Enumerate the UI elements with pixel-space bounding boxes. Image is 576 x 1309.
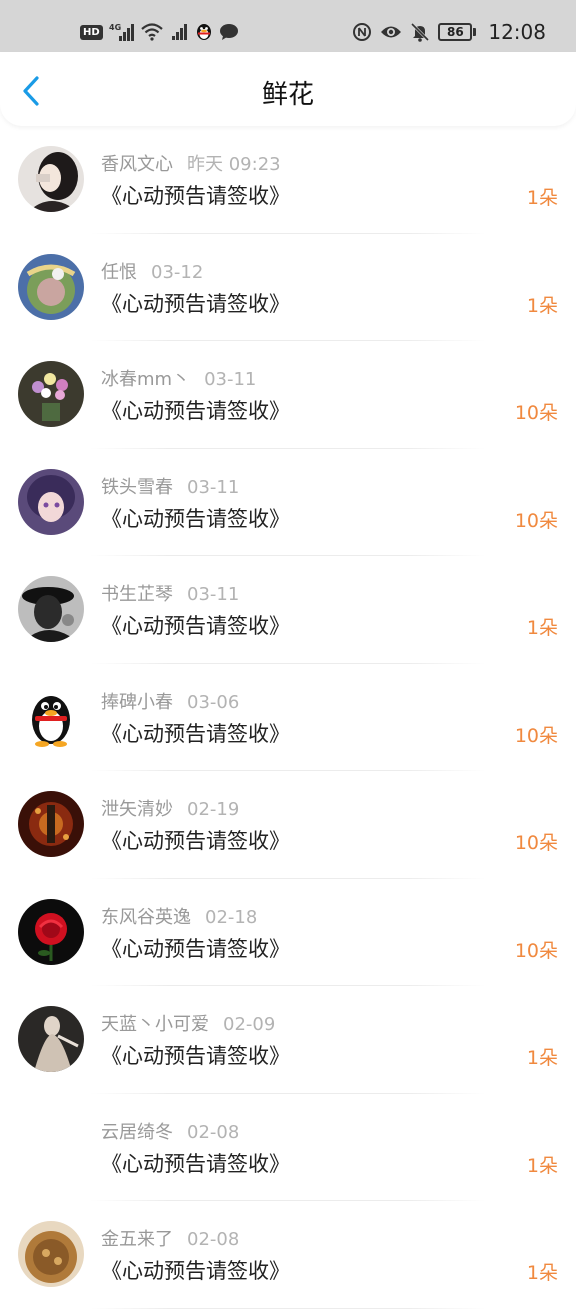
status-bar: HD 4G 86 12:08 xyxy=(0,0,576,52)
signal-icon: 4G xyxy=(109,21,135,43)
avatar[interactable] xyxy=(18,253,84,320)
avatar[interactable] xyxy=(18,1221,84,1287)
flower-count: 1朵 xyxy=(526,1262,558,1284)
signal-2-icon xyxy=(169,21,189,43)
sender-name: 捧碑小春 xyxy=(101,691,173,713)
title-bar: 鲜花 xyxy=(0,52,576,126)
flower-count: 1朵 xyxy=(526,617,558,639)
battery-level: 86 xyxy=(438,23,473,41)
sender-name: 冰春mm丶 xyxy=(101,369,191,390)
qq-penguin-avatar[interactable] xyxy=(18,683,84,750)
status-right-icons: 86 12:08 xyxy=(352,18,546,46)
battery-icon: 86 xyxy=(438,23,477,41)
flower-count: 10朵 xyxy=(514,832,558,854)
sender-name: 金五来了 xyxy=(101,1229,173,1250)
bell-off-icon xyxy=(410,21,430,43)
item-meta: 云居绮冬 02-08 xyxy=(101,1118,239,1144)
list-item[interactable]: 香风文心 昨天 09:23 《心动预告请签收》 1朵 xyxy=(0,126,576,234)
send-date: 02-19 xyxy=(187,799,240,820)
list-item[interactable]: 金五来了 02-08 《心动预告请签收》 1朵 xyxy=(0,1201,576,1309)
flower-count: 10朵 xyxy=(514,939,558,962)
item-meta: 天蓝丶小可爱 02-09 xyxy=(101,1010,275,1036)
clock: 12:08 xyxy=(488,20,546,44)
avatar[interactable] xyxy=(18,1006,84,1072)
send-date: 03-11 xyxy=(187,584,240,605)
gift-title: 《心动预告请签收》 xyxy=(101,1044,290,1068)
page-title: 鲜花 xyxy=(261,80,314,110)
sender-name: 泄矢清妙 xyxy=(101,799,173,820)
send-date: 03-12 xyxy=(151,261,204,283)
item-meta: 香风文心 昨天 09:23 xyxy=(101,150,281,176)
gift-title: 《心动预告请签收》 xyxy=(101,936,290,961)
eye-icon xyxy=(380,21,402,43)
sender-name: 书生芷琴 xyxy=(101,584,173,605)
list-item[interactable]: 捧碑小春 03-06 《心动预告请签收》 10朵 xyxy=(0,664,576,772)
list-item[interactable]: 冰春mm丶 03-11 《心动预告请签收》 10朵 xyxy=(0,341,576,449)
avatar[interactable] xyxy=(18,898,84,965)
gift-title: 《心动预告请签收》 xyxy=(101,614,290,638)
list-item[interactable]: 天蓝丶小可爱 02-09 《心动预告请签收》 1朵 xyxy=(0,986,576,1094)
sender-name: 天蓝丶小可爱 xyxy=(101,1014,209,1035)
item-meta: 书生芷琴 03-11 xyxy=(101,580,239,606)
flower-count: 1朵 xyxy=(526,1047,558,1069)
send-date: 02-08 xyxy=(187,1229,240,1250)
avatar[interactable] xyxy=(18,468,84,535)
avatar[interactable] xyxy=(18,576,84,642)
item-meta: 任恨 03-12 xyxy=(101,258,203,284)
item-meta: 捧碑小春 03-06 xyxy=(101,688,239,714)
flower-count: 1朵 xyxy=(526,1154,558,1177)
item-meta: 金五来了 02-08 xyxy=(101,1225,239,1251)
send-date: 03-06 xyxy=(187,691,240,713)
message-icon xyxy=(219,21,239,43)
gift-title: 《心动预告请签收》 xyxy=(101,829,290,853)
item-meta: 泄矢清妙 02-19 xyxy=(101,795,239,821)
sender-name: 云居绮冬 xyxy=(101,1121,173,1143)
sender-name: 铁头雪春 xyxy=(101,476,173,498)
item-meta: 东风谷英逸 02-18 xyxy=(101,903,257,929)
avatar[interactable] xyxy=(18,791,84,857)
nfc-icon xyxy=(352,21,372,43)
send-date: 02-08 xyxy=(187,1121,240,1143)
status-left-icons: HD 4G xyxy=(80,18,239,46)
sender-name: 香风文心 xyxy=(101,154,173,175)
gift-title: 《心动预告请签收》 xyxy=(101,291,290,316)
gift-title: 《心动预告请签收》 xyxy=(101,399,290,423)
qq-icon xyxy=(195,21,213,43)
flower-count: 10朵 xyxy=(514,509,558,532)
gift-title: 《心动预告请签收》 xyxy=(101,1259,290,1283)
flower-count: 10朵 xyxy=(514,402,558,424)
list-item[interactable]: 任恨 03-12 《心动预告请签收》 1朵 xyxy=(0,234,576,342)
list-item[interactable]: 泄矢清妙 02-19 《心动预告请签收》 10朵 xyxy=(0,771,576,879)
item-meta: 冰春mm丶 03-11 xyxy=(101,365,256,391)
send-date: 02-18 xyxy=(205,906,258,928)
avatar[interactable] xyxy=(18,146,84,212)
list-item[interactable]: 云居绮冬 02-08 《心动预告请签收》 1朵 xyxy=(0,1094,576,1202)
flower-count: 1朵 xyxy=(526,294,558,317)
list-item[interactable]: 铁头雪春 03-11 《心动预告请签收》 10朵 xyxy=(0,449,576,557)
flower-count: 1朵 xyxy=(526,187,558,209)
list-item[interactable]: 东风谷英逸 02-18 《心动预告请签收》 10朵 xyxy=(0,879,576,987)
signal-label: 4G xyxy=(109,23,121,32)
send-date: 03-11 xyxy=(187,476,240,498)
gift-title: 《心动预告请签收》 xyxy=(101,721,290,746)
hd-icon: HD xyxy=(80,24,103,40)
wifi-icon xyxy=(140,21,163,43)
item-meta: 铁头雪春 03-11 xyxy=(101,473,239,499)
send-date: 02-09 xyxy=(223,1014,276,1035)
list-item[interactable]: 书生芷琴 03-11 《心动预告请签收》 1朵 xyxy=(0,556,576,664)
gift-title: 《心动预告请签收》 xyxy=(101,506,290,531)
send-date: 昨天 09:23 xyxy=(187,154,281,175)
gift-title: 《心动预告请签收》 xyxy=(101,184,290,208)
send-date: 03-11 xyxy=(204,369,257,390)
flower-list: 香风文心 昨天 09:23 《心动预告请签收》 1朵 任恨 03-12 《心动预告请… xyxy=(0,126,576,1309)
gift-title: 《心动预告请签收》 xyxy=(101,1151,290,1176)
avatar[interactable] xyxy=(18,361,84,427)
sender-name: 东风谷英逸 xyxy=(101,906,191,928)
flower-count: 10朵 xyxy=(514,724,558,747)
sender-name: 任恨 xyxy=(101,261,137,283)
